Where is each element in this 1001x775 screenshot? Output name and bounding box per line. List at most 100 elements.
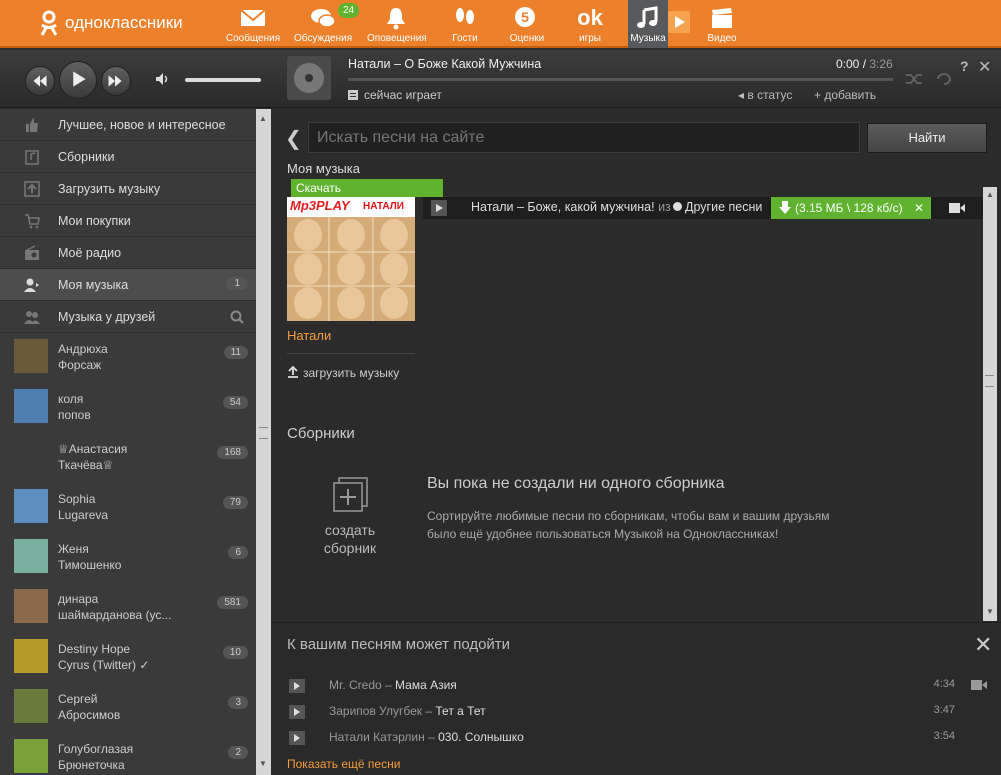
rec-song: 030. Солнышко: [438, 730, 524, 744]
friend-item[interactable]: Женя Тимошенко 6: [0, 533, 256, 583]
nav-music[interactable]: Музыка: [628, 0, 668, 48]
avatar[interactable]: [14, 639, 48, 673]
track-progress-bar[interactable]: [348, 78, 893, 81]
video-camera-icon[interactable]: [971, 679, 987, 691]
track-play-button[interactable]: [431, 200, 447, 216]
search-icon[interactable]: [230, 310, 244, 324]
music-play-tab-icon[interactable]: [668, 11, 690, 33]
upload-music-link[interactable]: загрузить музыку: [287, 365, 399, 380]
next-button[interactable]: [101, 66, 131, 96]
sidebar-item-collections[interactable]: Сборники: [0, 141, 256, 173]
sidebar-item-radio[interactable]: Моё радио: [0, 237, 256, 269]
friend-name[interactable]: коля попов: [58, 391, 91, 423]
friend-name[interactable]: Destiny Hope Cyrus (Twitter) ✓: [58, 641, 149, 673]
avatar[interactable]: [14, 739, 48, 773]
show-more-songs-link[interactable]: Показать ещё песни: [287, 757, 400, 771]
nav-guests[interactable]: Гости: [436, 0, 494, 48]
back-arrow-icon[interactable]: ❮: [285, 126, 302, 151]
play-icon[interactable]: [289, 731, 305, 745]
nav-label: Оценки: [509, 33, 545, 44]
now-playing-title: Натали – О Боже Какой Мужчина: [348, 57, 542, 71]
avatar[interactable]: [14, 539, 48, 573]
scroll-down-icon[interactable]: ▼: [986, 607, 994, 616]
close-player-icon[interactable]: ✕: [978, 57, 991, 77]
help-icon[interactable]: ?: [960, 58, 969, 74]
friend-item[interactable]: Destiny Hope Cyrus (Twitter) ✓ 10: [0, 633, 256, 683]
play-button[interactable]: [59, 61, 97, 99]
sidebar-item-purchases[interactable]: Мои покупки: [0, 205, 256, 237]
volume-slider[interactable]: [185, 78, 261, 82]
other-songs-link[interactable]: Другие песни: [673, 200, 762, 214]
friend-name[interactable]: Сергей Абросимов: [58, 691, 120, 723]
avatar[interactable]: [14, 689, 48, 723]
now-playing-toggle[interactable]: сейчас играет: [348, 88, 442, 102]
friend-name[interactable]: ♕Анастасия Ткачёва♕: [58, 441, 127, 473]
nav-video[interactable]: Видео: [693, 0, 751, 48]
to-status-link[interactable]: ◂ в статус: [738, 88, 792, 102]
artist-link[interactable]: Натали: [287, 328, 331, 343]
friend-item[interactable]: Голубоглазая Брюнеточка 2: [0, 733, 256, 775]
recommendation-track: Зарипов Улугбек – Тет а Тет: [329, 704, 486, 718]
friend-name[interactable]: Андрюха Форсаж: [58, 341, 108, 373]
search-input[interactable]: [308, 122, 860, 153]
friend-name[interactable]: динара шаймарданова (ус...: [58, 591, 171, 623]
track-row[interactable]: Натали – Боже, какой мужчина! из Другие …: [423, 197, 985, 219]
friend-item[interactable]: ♕Анастасия Ткачёва♕ 168: [0, 433, 256, 483]
search-button[interactable]: Найти: [867, 123, 987, 153]
sidebar-scrollbar[interactable]: ▲ ▼: [256, 109, 271, 775]
avatar[interactable]: [14, 389, 48, 423]
scroll-down-icon[interactable]: ▼: [259, 759, 267, 768]
shuffle-icon[interactable]: [905, 72, 923, 86]
avatar[interactable]: [14, 339, 48, 373]
previous-button[interactable]: [25, 66, 55, 96]
sidebar-item-friends-music[interactable]: Музыка у друзей: [0, 301, 256, 333]
sidebar-item-my-music[interactable]: Моя музыка 1: [0, 269, 256, 301]
friend-item[interactable]: коля попов 54: [0, 383, 256, 433]
album-cover[interactable]: Mp3PLAY НАТАЛИ: [287, 197, 415, 321]
download-button[interactable]: (3.15 МБ \ 128 кб/с) ✕: [771, 197, 931, 219]
scroll-up-icon[interactable]: ▲: [986, 190, 994, 199]
avatar[interactable]: [14, 489, 48, 523]
close-icon[interactable]: ✕: [974, 634, 992, 656]
friend-name[interactable]: Женя Тимошенко: [58, 541, 121, 573]
play-icon[interactable]: [289, 705, 305, 719]
sidebar-item-upload[interactable]: Загрузить музыку: [0, 173, 256, 205]
site-logo[interactable]: одноклассники: [38, 10, 183, 36]
friend-name-line: Тимошенко: [58, 558, 122, 572]
friend-item[interactable]: Sophia Lugareva 79: [0, 483, 256, 533]
avatar[interactable]: [14, 439, 48, 473]
nav-games[interactable]: ok игры: [561, 0, 619, 48]
nav-messages[interactable]: Сообщения: [224, 0, 282, 48]
nav-ratings[interactable]: 5 Оценки: [498, 0, 556, 48]
recommendation-row[interactable]: Mr. Credo – Мама Азия 4:34: [287, 676, 987, 696]
nav-discussions[interactable]: 24 Обсуждения: [294, 0, 360, 48]
close-icon[interactable]: ✕: [914, 197, 924, 219]
video-camera-icon[interactable]: [949, 202, 965, 214]
friend-item[interactable]: Сергей Абросимов 3: [0, 683, 256, 733]
friend-item[interactable]: Андрюха Форсаж 11: [0, 333, 256, 383]
scroll-up-icon[interactable]: ▲: [259, 114, 267, 123]
add-track-link[interactable]: + добавить: [814, 88, 876, 102]
play-icon[interactable]: [289, 679, 305, 693]
recommendation-row[interactable]: Зарипов Улугбек – Тет а Тет 3:47: [287, 702, 971, 722]
upload-icon: [288, 365, 298, 378]
scroll-grip-icon[interactable]: [985, 375, 994, 387]
nav-label: игры: [579, 33, 601, 44]
chat-icon: [311, 9, 336, 28]
content-scrollbar[interactable]: ▲ ▼: [983, 187, 997, 621]
sidebar-item-best[interactable]: Лучшее, новое и интересное: [0, 109, 256, 141]
create-compilation-icon[interactable]: [333, 477, 369, 513]
nav-label: Оповещения: [367, 33, 427, 44]
friend-name[interactable]: Sophia Lugareva: [58, 491, 108, 523]
friend-item[interactable]: динара шаймарданова (ус... 581: [0, 583, 256, 633]
nav-notifications[interactable]: Оповещения: [367, 0, 427, 48]
friend-name[interactable]: Голубоглазая Брюнеточка: [58, 741, 133, 773]
plus-icon: +: [814, 88, 825, 102]
friend-track-count: 6: [228, 546, 248, 559]
repeat-icon[interactable]: [935, 72, 953, 86]
scroll-grip-icon[interactable]: [259, 427, 268, 439]
create-compilation-label[interactable]: создать сборник: [315, 521, 385, 557]
volume-icon[interactable]: [155, 72, 171, 86]
avatar[interactable]: [14, 589, 48, 623]
recommendation-row[interactable]: Натали Катэрлин – 030. Солнышко 3:54: [287, 728, 971, 748]
